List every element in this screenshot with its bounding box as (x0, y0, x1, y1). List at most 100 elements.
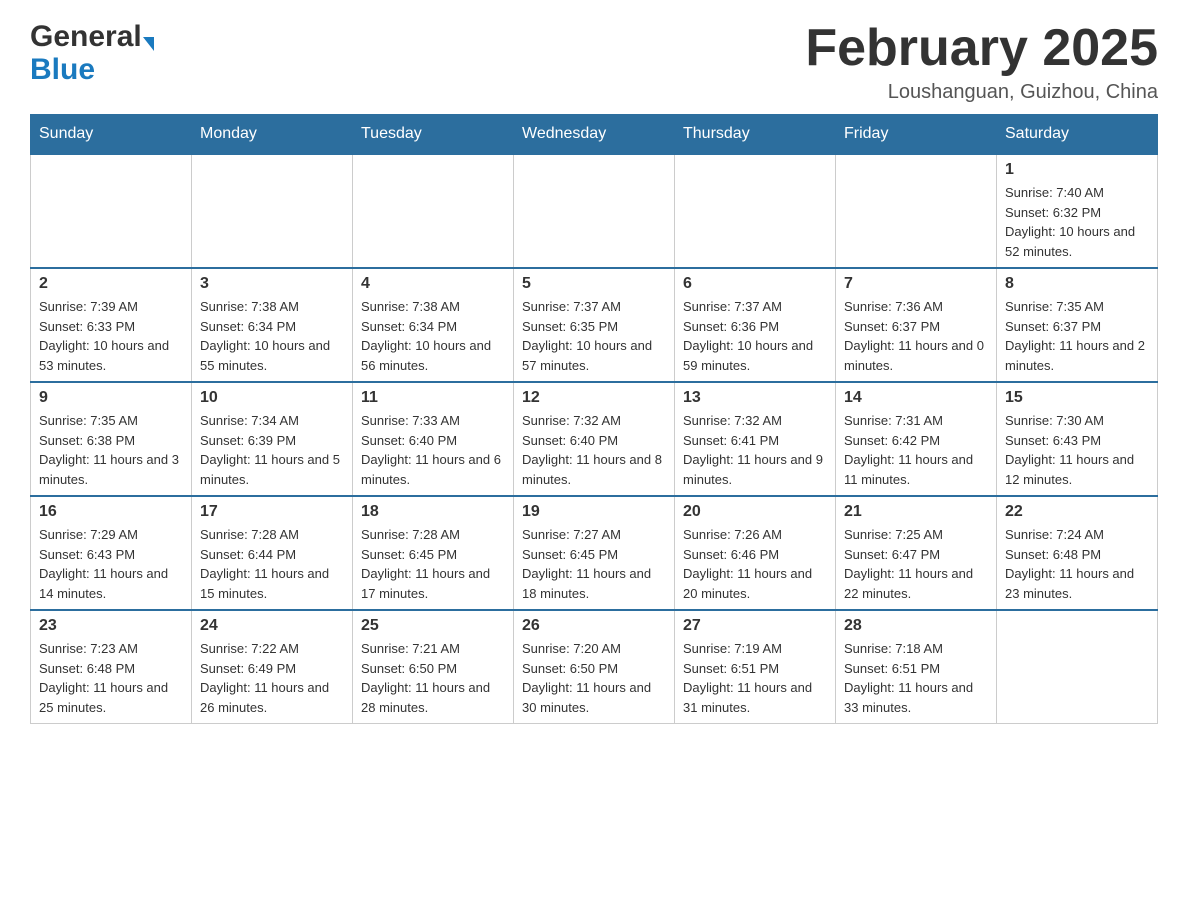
calendar-day-cell: 19Sunrise: 7:27 AMSunset: 6:45 PMDayligh… (514, 496, 675, 610)
day-number: 14 (844, 389, 988, 407)
day-number: 11 (361, 389, 505, 407)
calendar-header: SundayMondayTuesdayWednesdayThursdayFrid… (31, 115, 1158, 155)
calendar-day-cell: 16 Sunrise: 7:29 AMSunset: 6:43 PMDayligh… (31, 496, 192, 610)
calendar-day-cell: 9 Sunrise: 7:35 AMSunset: 6:38 PMDaylight… (31, 382, 192, 496)
calendar-day-cell: 8Sunrise: 7:35 AMSunset: 6:37 PMDaylight… (997, 268, 1158, 382)
calendar-day-cell: 13Sunrise: 7:32 AMSunset: 6:41 PMDayligh… (675, 382, 836, 496)
calendar-day-cell: 18 Sunrise: 7:28 AMSunset: 6:45 PMDayligh… (353, 496, 514, 610)
logo-triangle-icon (143, 37, 154, 51)
day-info: Sunrise: 7:38 AMSunset: 6:34 PMDaylight:… (361, 297, 505, 375)
calendar-week-row: 1 Sunrise: 7:40 AMSunset: 6:32 PMDaylight… (31, 154, 1158, 268)
day-info: Sunrise: 7:18 AMSunset: 6:51 PMDaylight:… (844, 639, 988, 717)
logo-blue-text: Blue (30, 53, 154, 86)
location-subtitle: Loushanguan, Guizhou, China (805, 81, 1158, 104)
day-header-row: SundayMondayTuesdayWednesdayThursdayFrid… (31, 115, 1158, 155)
calendar-day-cell: 5 Sunrise: 7:37 AMSunset: 6:35 PMDaylight… (514, 268, 675, 382)
day-info: Sunrise: 7:32 AMSunset: 6:41 PMDaylight:… (683, 411, 827, 489)
day-info: Sunrise: 7:36 AMSunset: 6:37 PMDaylight:… (844, 297, 988, 375)
day-info: Sunrise: 7:25 AMSunset: 6:47 PMDaylight:… (844, 525, 988, 603)
day-of-week-header: Saturday (997, 115, 1158, 155)
day-number: 18 (361, 503, 505, 521)
day-info: Sunrise: 7:26 AMSunset: 6:46 PMDaylight:… (683, 525, 827, 603)
day-info: Sunrise: 7:27 AMSunset: 6:45 PMDaylight:… (522, 525, 666, 603)
calendar-day-cell: 10 Sunrise: 7:34 AMSunset: 6:39 PMDayligh… (192, 382, 353, 496)
day-number: 24 (200, 617, 344, 635)
calendar-day-cell (514, 154, 675, 268)
day-number: 2 (39, 275, 183, 293)
page-header: General Blue February 2025 Loushanguan, … (30, 20, 1158, 104)
calendar-day-cell: 15 Sunrise: 7:30 AMSunset: 6:43 PMDayligh… (997, 382, 1158, 496)
day-of-week-header: Tuesday (353, 115, 514, 155)
calendar-day-cell: 7Sunrise: 7:36 AMSunset: 6:37 PMDaylight… (836, 268, 997, 382)
calendar-day-cell: 23Sunrise: 7:23 AMSunset: 6:48 PMDayligh… (31, 610, 192, 724)
day-number: 10 (200, 389, 344, 407)
day-number: 3 (200, 275, 344, 293)
calendar-week-row: 23Sunrise: 7:23 AMSunset: 6:48 PMDayligh… (31, 610, 1158, 724)
day-info: Sunrise: 7:28 AMSunset: 6:45 PMDaylight:… (361, 525, 505, 603)
day-number: 1 (1005, 161, 1149, 179)
day-number: 9 (39, 389, 183, 407)
calendar-body: 1 Sunrise: 7:40 AMSunset: 6:32 PMDaylight… (31, 154, 1158, 724)
calendar-day-cell: 3 Sunrise: 7:38 AMSunset: 6:34 PMDaylight… (192, 268, 353, 382)
calendar-table: SundayMondayTuesdayWednesdayThursdayFrid… (30, 114, 1158, 724)
day-info: Sunrise: 7:22 AMSunset: 6:49 PMDaylight:… (200, 639, 344, 717)
calendar-day-cell: 1 Sunrise: 7:40 AMSunset: 6:32 PMDaylight… (997, 154, 1158, 268)
day-info: Sunrise: 7:23 AMSunset: 6:48 PMDaylight:… (39, 639, 183, 717)
day-info: Sunrise: 7:33 AMSunset: 6:40 PMDaylight:… (361, 411, 505, 489)
day-info: Sunrise: 7:37 AMSunset: 6:35 PMDaylight:… (522, 297, 666, 375)
calendar-week-row: 2 Sunrise: 7:39 AMSunset: 6:33 PMDaylight… (31, 268, 1158, 382)
day-info: Sunrise: 7:19 AMSunset: 6:51 PMDaylight:… (683, 639, 827, 717)
day-info: Sunrise: 7:21 AMSunset: 6:50 PMDaylight:… (361, 639, 505, 717)
day-info: Sunrise: 7:30 AMSunset: 6:43 PMDaylight:… (1005, 411, 1149, 489)
logo-general-text: General (30, 20, 142, 53)
day-info: Sunrise: 7:32 AMSunset: 6:40 PMDaylight:… (522, 411, 666, 489)
day-number: 25 (361, 617, 505, 635)
day-number: 6 (683, 275, 827, 293)
calendar-day-cell: 6 Sunrise: 7:37 AMSunset: 6:36 PMDaylight… (675, 268, 836, 382)
calendar-day-cell (192, 154, 353, 268)
day-info: Sunrise: 7:31 AMSunset: 6:42 PMDaylight:… (844, 411, 988, 489)
day-number: 4 (361, 275, 505, 293)
calendar-day-cell: 27 Sunrise: 7:19 AMSunset: 6:51 PMDayligh… (675, 610, 836, 724)
day-info: Sunrise: 7:38 AMSunset: 6:34 PMDaylight:… (200, 297, 344, 375)
calendar-day-cell (353, 154, 514, 268)
title-section: February 2025 Loushanguan, Guizhou, Chin… (805, 20, 1158, 104)
day-of-week-header: Sunday (31, 115, 192, 155)
day-info: Sunrise: 7:35 AMSunset: 6:37 PMDaylight:… (1005, 297, 1149, 375)
day-number: 16 (39, 503, 183, 521)
day-number: 5 (522, 275, 666, 293)
day-info: Sunrise: 7:39 AMSunset: 6:33 PMDaylight:… (39, 297, 183, 375)
day-of-week-header: Thursday (675, 115, 836, 155)
day-number: 12 (522, 389, 666, 407)
calendar-day-cell: 4 Sunrise: 7:38 AMSunset: 6:34 PMDaylight… (353, 268, 514, 382)
day-info: Sunrise: 7:35 AMSunset: 6:38 PMDaylight:… (39, 411, 183, 489)
day-info: Sunrise: 7:37 AMSunset: 6:36 PMDaylight:… (683, 297, 827, 375)
day-info: Sunrise: 7:29 AMSunset: 6:43 PMDaylight:… (39, 525, 183, 603)
calendar-week-row: 9 Sunrise: 7:35 AMSunset: 6:38 PMDaylight… (31, 382, 1158, 496)
day-info: Sunrise: 7:20 AMSunset: 6:50 PMDaylight:… (522, 639, 666, 717)
day-number: 20 (683, 503, 827, 521)
day-number: 15 (1005, 389, 1149, 407)
calendar-day-cell (675, 154, 836, 268)
day-number: 26 (522, 617, 666, 635)
calendar-day-cell: 26 Sunrise: 7:20 AMSunset: 6:50 PMDayligh… (514, 610, 675, 724)
calendar-week-row: 16 Sunrise: 7:29 AMSunset: 6:43 PMDayligh… (31, 496, 1158, 610)
calendar-day-cell: 17Sunrise: 7:28 AMSunset: 6:44 PMDayligh… (192, 496, 353, 610)
calendar-day-cell: 22Sunrise: 7:24 AMSunset: 6:48 PMDayligh… (997, 496, 1158, 610)
day-number: 17 (200, 503, 344, 521)
calendar-title: February 2025 (805, 20, 1158, 77)
day-number: 21 (844, 503, 988, 521)
calendar-day-cell (836, 154, 997, 268)
day-of-week-header: Friday (836, 115, 997, 155)
calendar-day-cell: 24 Sunrise: 7:22 AMSunset: 6:49 PMDayligh… (192, 610, 353, 724)
day-number: 27 (683, 617, 827, 635)
day-info: Sunrise: 7:40 AMSunset: 6:32 PMDaylight:… (1005, 183, 1149, 261)
day-number: 28 (844, 617, 988, 635)
day-info: Sunrise: 7:34 AMSunset: 6:39 PMDaylight:… (200, 411, 344, 489)
day-info: Sunrise: 7:24 AMSunset: 6:48 PMDaylight:… (1005, 525, 1149, 603)
calendar-day-cell (997, 610, 1158, 724)
calendar-day-cell: 12 Sunrise: 7:32 AMSunset: 6:40 PMDayligh… (514, 382, 675, 496)
calendar-day-cell: 21 Sunrise: 7:25 AMSunset: 6:47 PMDayligh… (836, 496, 997, 610)
calendar-day-cell: 11 Sunrise: 7:33 AMSunset: 6:40 PMDayligh… (353, 382, 514, 496)
calendar-day-cell: 20 Sunrise: 7:26 AMSunset: 6:46 PMDayligh… (675, 496, 836, 610)
